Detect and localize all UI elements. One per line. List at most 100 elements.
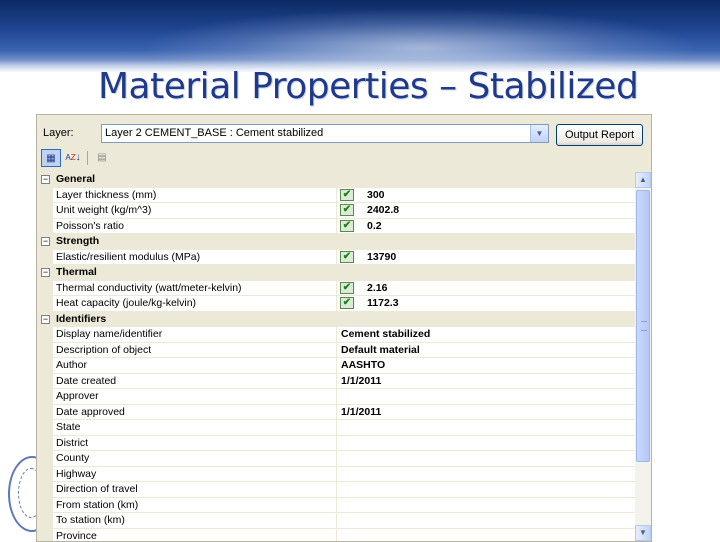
row-gutter [37,466,53,481]
property-name: Author [56,359,87,371]
property-row[interactable]: Poisson's ratio ✔ 0.2 [37,218,635,234]
collapse-icon[interactable]: − [41,175,50,184]
categorized-view-icon[interactable]: ▦ [41,149,61,167]
property-value[interactable]: 1172.3 [367,297,399,309]
property-name: Date created [56,374,117,387]
category-label: Strength [56,235,100,247]
category-label: Thermal [56,266,97,278]
property-row[interactable]: County [37,451,635,467]
property-row[interactable]: Highway [37,466,635,482]
row-gutter [37,327,53,342]
row-gutter [37,203,53,218]
column-divider [336,296,337,311]
row-gutter [37,373,53,388]
property-row[interactable]: Approver [37,389,635,405]
scroll-up-icon[interactable]: ▲ [635,172,651,188]
row-gutter [37,482,53,497]
category-thermal[interactable]: − Thermal [37,265,635,281]
category-strength[interactable]: − Strength [37,234,635,250]
property-row[interactable]: Province [37,528,635,542]
layer-dropdown[interactable]: Layer 2 CEMENT_BASE : Cement stabilized … [101,124,549,143]
row-gutter [37,280,53,295]
column-divider [336,203,337,218]
row-gutter [37,296,53,311]
property-value[interactable]: 300 [367,189,385,201]
checkbox-checked-icon[interactable]: ✔ [340,250,354,263]
property-name: Approver [56,390,99,402]
category-identifiers[interactable]: − Identifiers [37,311,635,327]
checkbox-checked-icon[interactable]: ✔ [340,219,354,232]
row-gutter [37,187,53,202]
property-name: To station (km) [56,514,125,526]
property-grid: − General Layer thickness (mm) ✔ 300 Unit wei… [37,172,635,541]
property-name: County [56,452,90,464]
category-general[interactable]: − General [37,172,635,188]
collapse-icon[interactable]: − [41,237,50,246]
collapse-icon[interactable]: − [41,314,50,324]
slide-title: Material Properties – Stabilized [98,66,639,107]
row-gutter [37,513,53,528]
property-value[interactable]: 0.2 [367,220,382,232]
vertical-scrollbar[interactable]: ▲ ▼ [635,172,651,541]
property-value[interactable]: 2402.8 [367,204,399,216]
column-divider [336,497,337,512]
property-row[interactable]: Thermal conductivity (watt/meter-kelvin)… [37,280,635,296]
scroll-thumb[interactable] [636,190,650,462]
column-divider [336,373,337,388]
property-name: Thermal conductivity (watt/meter-kelvin) [56,281,242,294]
row-gutter [37,249,53,264]
property-value[interactable]: 1/1/2011 [341,375,381,387]
row-gutter [37,528,53,541]
column-divider [336,389,337,404]
property-value[interactable]: AASHTO [341,359,385,371]
property-row[interactable]: To station (km) [37,513,635,529]
property-name: Unit weight (kg/m^3) [56,204,152,216]
property-value[interactable]: Cement stabilized [341,328,430,340]
chevron-down-icon[interactable]: ▼ [530,125,548,142]
row-gutter [37,435,53,450]
property-row[interactable]: Heat capacity (joule/kg-kelvin) ✔ 1172.3 [37,296,635,312]
property-pages-icon[interactable]: ▤ [92,149,112,167]
property-row[interactable]: Unit weight (kg/m^3) ✔ 2402.8 [37,203,635,219]
column-divider [336,280,337,295]
alphabetical-sort-icon[interactable]: AZ↓ [63,149,83,167]
checkbox-checked-icon[interactable]: ✔ [340,297,354,309]
column-divider [336,420,337,435]
property-row[interactable]: Date created 1/1/2011 [37,373,635,389]
property-row[interactable]: Date approved 1/1/2011 [37,404,635,420]
property-name: Province [56,529,97,542]
row-gutter [37,451,53,466]
checkbox-checked-icon[interactable]: ✔ [340,188,354,201]
property-name: Date approved [56,405,125,418]
property-name: From station (km) [56,498,139,511]
property-row[interactable]: Author AASHTO [37,358,635,374]
column-divider [336,327,337,342]
property-value[interactable]: Default material [341,344,420,356]
checkbox-checked-icon[interactable]: ✔ [340,281,354,294]
property-name: State [56,421,81,433]
row-gutter [37,342,53,357]
header-banner [0,0,720,88]
property-row[interactable]: District [37,435,635,451]
property-row[interactable]: Layer thickness (mm) ✔ 300 [37,187,635,203]
property-value[interactable]: 2.16 [367,282,387,294]
checkbox-checked-icon[interactable]: ✔ [340,204,354,216]
property-name: Direction of travel [56,483,138,495]
property-row[interactable]: Direction of travel [37,482,635,498]
column-divider [336,358,337,373]
category-label: Identifiers [56,312,107,325]
property-row[interactable]: State [37,420,635,436]
property-value[interactable]: 13790 [367,251,396,263]
property-row[interactable]: Display name/identifier Cement stabilized [37,327,635,343]
column-divider [336,513,337,528]
property-row[interactable]: Elastic/resilient modulus (MPa) ✔ 13790 [37,249,635,265]
property-row[interactable]: Description of object Default material [37,342,635,358]
column-divider [336,466,337,481]
collapse-icon[interactable]: − [41,268,50,277]
layer-label: Layer: [43,127,74,139]
column-divider [336,342,337,357]
property-value[interactable]: 1/1/2011 [341,406,381,418]
output-report-button[interactable]: Output Report [556,124,643,146]
property-row[interactable]: From station (km) [37,497,635,513]
scroll-down-icon[interactable]: ▼ [635,525,651,541]
